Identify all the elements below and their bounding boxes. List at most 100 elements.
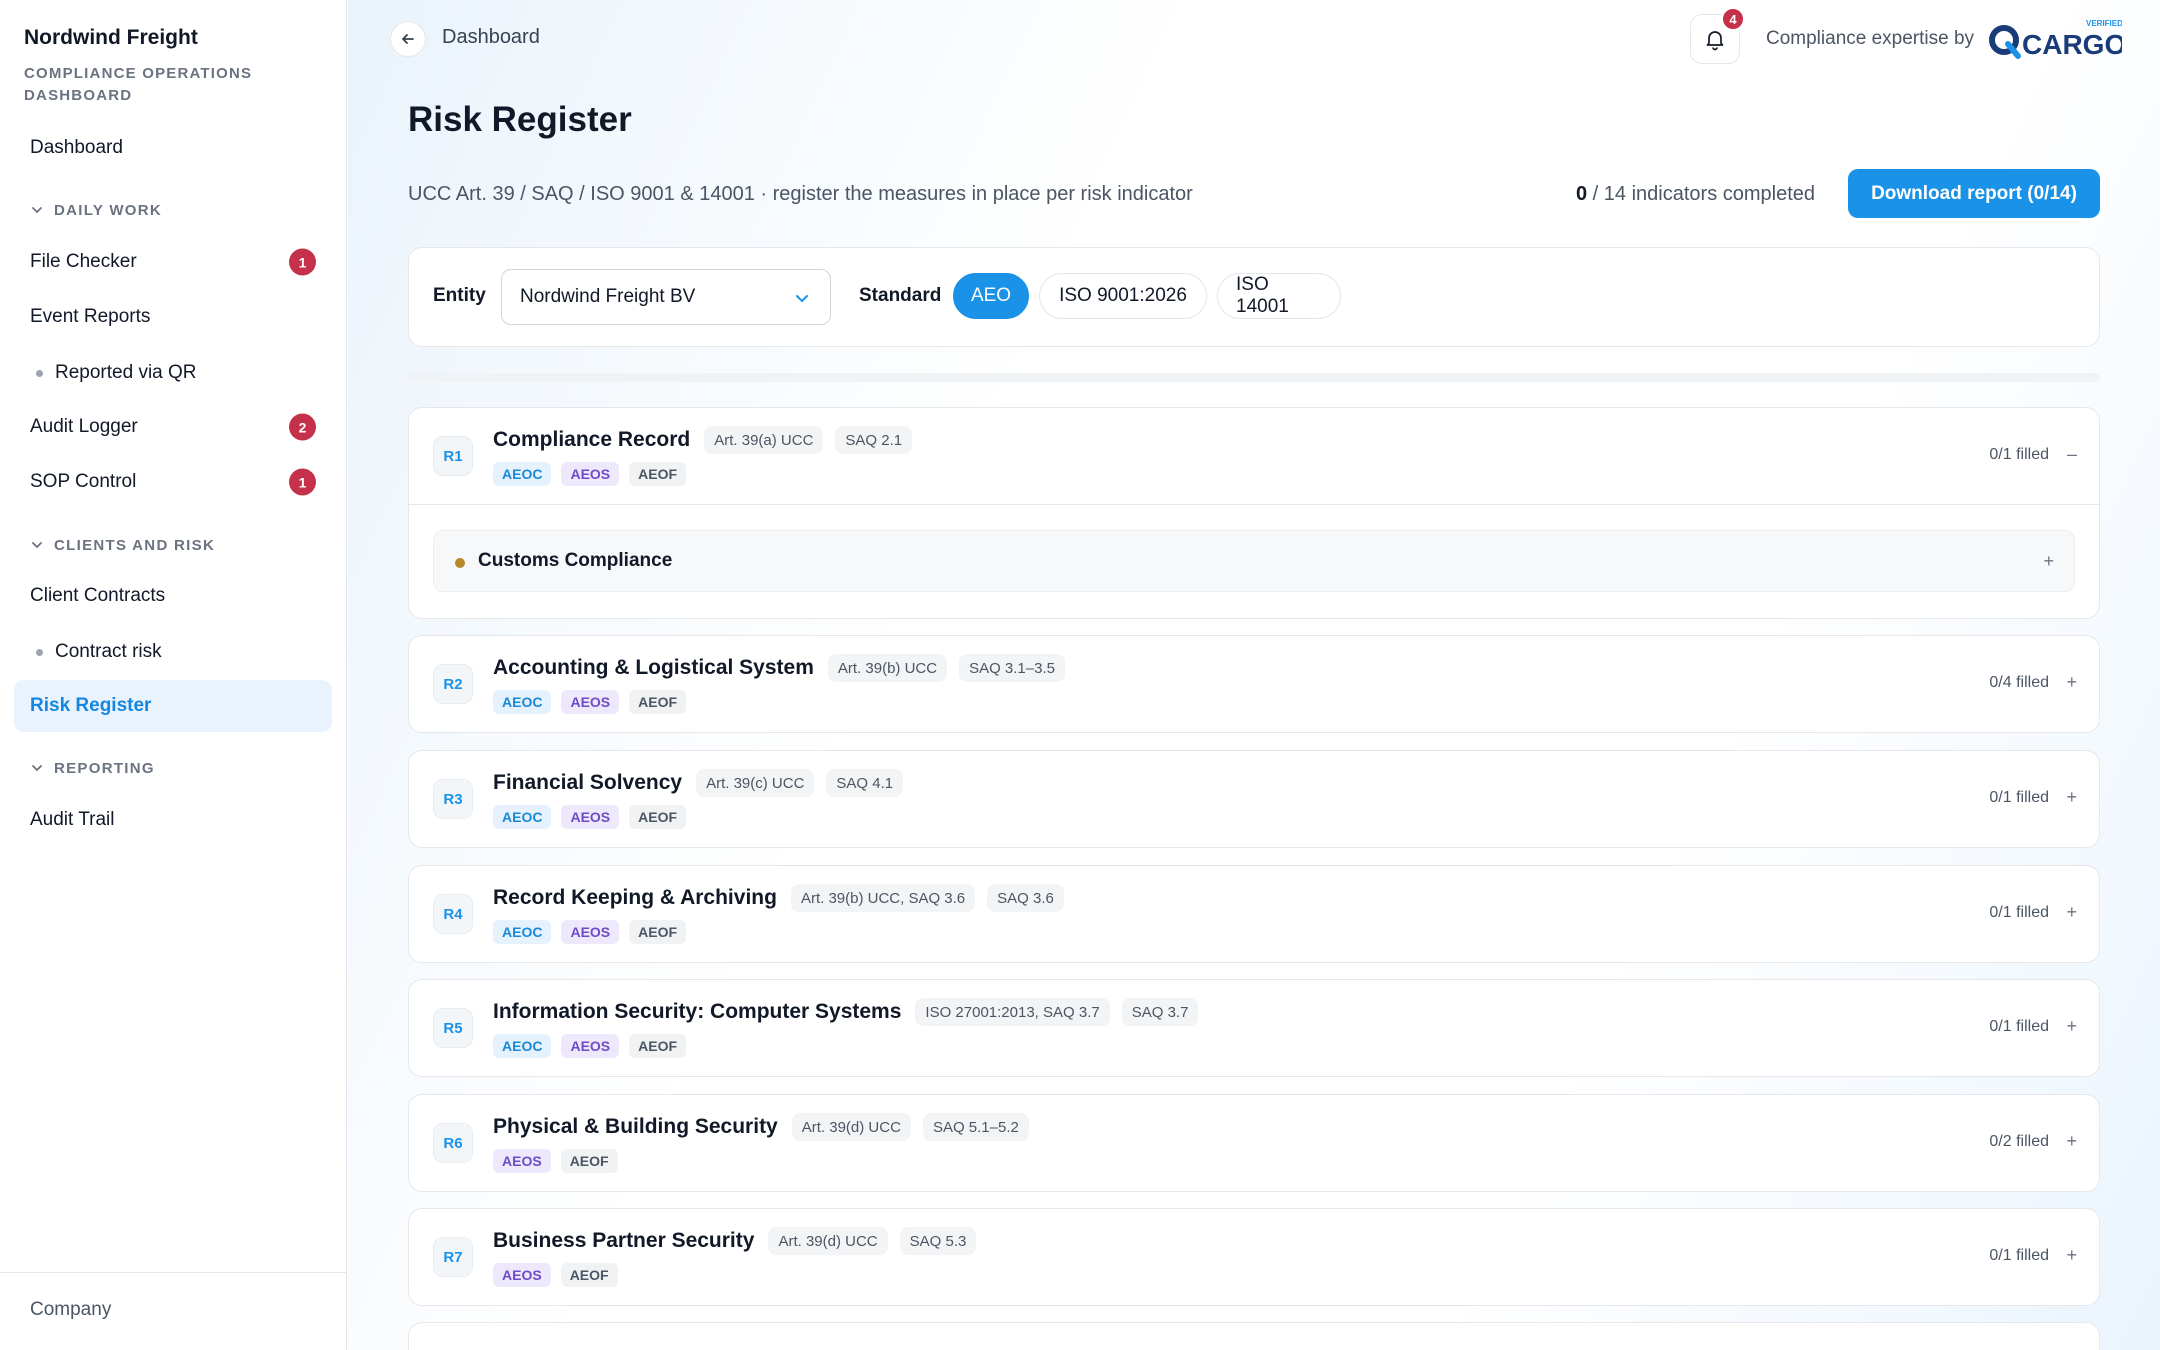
tag-aeos: AEOS [561, 920, 620, 944]
risk-header: Information Security: Computer Systems IS… [493, 998, 1199, 1026]
sidebar-item-sop-control[interactable]: SOP Control 1 [14, 456, 332, 508]
risk-title: Financial Solvency [493, 771, 683, 794]
expertise-label: Compliance expertise by [1766, 28, 1975, 49]
risk-title: Information Security: Computer Systems [493, 1000, 902, 1023]
tag-aeoc: AEOC [493, 805, 552, 829]
risk-header: Financial Solvency Art. 39(c) UCC SAQ 4.1 [493, 769, 904, 797]
sidebar-item-file-checker[interactable]: File Checker 1 [14, 236, 332, 288]
card-divider [409, 504, 2099, 505]
section-clients-risk[interactable]: CLIENTS AND RISK [30, 533, 215, 557]
risk-title: Physical & Building Security [493, 1115, 778, 1138]
sidebar-item-client-contracts[interactable]: Client Contracts [14, 570, 332, 622]
brand-name: Nordwind Freight [24, 26, 198, 49]
standard-iso-9001[interactable]: ISO 9001:2026 [1039, 273, 1207, 319]
expand-toggle[interactable]: + [2066, 902, 2077, 923]
sidebar-item-risk-register[interactable]: Risk Register [14, 680, 332, 732]
standard-aeo[interactable]: AEO [953, 273, 1029, 319]
filled-count: 0/1 filled [1989, 1247, 2049, 1264]
risk-card-r5[interactable]: R5 Information Security: Computer Systems… [408, 979, 2100, 1077]
tag-aeof: AEOF [560, 1263, 618, 1287]
section-label: DAILY WORK [54, 201, 163, 219]
sidebar-item-audit-logger[interactable]: Audit Logger 2 [14, 401, 332, 453]
expand-toggle[interactable]: + [2043, 551, 2054, 572]
risk-card-r7[interactable]: R7 Business Partner Security Art. 39(d) UC… [408, 1208, 2100, 1306]
tag-row: AEOC AEOS AEOF [493, 690, 687, 714]
sub-indicator-row[interactable]: Customs Compliance + [433, 530, 2075, 592]
risk-header: Physical & Building Security Art. 39(d) U… [493, 1113, 1029, 1141]
risk-id: R1 [433, 436, 473, 476]
risk-id: R7 [433, 1237, 473, 1277]
expand-toggle[interactable]: – [2067, 444, 2077, 465]
risk-title: Compliance Record [493, 428, 691, 451]
tag-row: AEOS AEOF [493, 1263, 618, 1287]
count-badge: 1 [289, 468, 316, 496]
tag-aeof: AEOF [629, 805, 687, 829]
entity-value: Nordwind Freight BV [520, 286, 696, 307]
section-label: REPORTING [54, 759, 155, 777]
reference-chip: SAQ 3.1–3.5 [959, 654, 1065, 682]
brand-subtitle: COMPLIANCE OPERATIONS DASHBOARD [24, 65, 253, 104]
risk-id: R2 [433, 664, 473, 704]
bullet-icon [36, 369, 43, 377]
sidebar-item-dashboard[interactable]: Dashboard [14, 122, 332, 174]
tag-row: AEOC AEOS AEOF [493, 1034, 687, 1058]
reference-chip: Art. 39(b) UCC, SAQ 3.6 [790, 884, 976, 912]
reference-chip: SAQ 3.6 [987, 884, 1064, 912]
logo-text: CARGO [2022, 29, 2122, 60]
reference-chip: SAQ 5.1–5.2 [922, 1113, 1029, 1141]
sidebar-item-label: Event Reports [30, 306, 151, 327]
sidebar-subitem-reported-qr[interactable]: Reported via QR [36, 353, 197, 393]
reference-chip: Art. 39(a) UCC [704, 426, 824, 454]
sidebar-item-label: Audit Logger [30, 416, 138, 437]
risk-card-r2[interactable]: R2 Accounting & Logistical System Art. 39(… [408, 635, 2100, 733]
tag-aeos: AEOS [561, 1034, 620, 1058]
risk-header: Compliance Record Art. 39(a) UCC SAQ 2.1 [493, 426, 913, 454]
risk-title: Accounting & Logistical System [493, 656, 814, 679]
tag-aeoc: AEOC [493, 1034, 552, 1058]
standard-label: Standard [859, 285, 942, 306]
bullet-icon [36, 648, 43, 656]
divider [408, 373, 2100, 382]
expand-toggle[interactable]: + [2066, 1245, 2077, 1266]
count-badge: 1 [289, 248, 316, 276]
standard-iso-14001[interactable]: ISO 14001 [1217, 273, 1341, 319]
expand-toggle[interactable]: + [2066, 1131, 2077, 1152]
sidebar-footer[interactable]: Company [0, 1272, 347, 1350]
risk-card-peek[interactable] [408, 1322, 2100, 1350]
entity-label: Entity [433, 285, 486, 306]
bell-icon [1706, 31, 1724, 51]
arrow-left-icon [402, 34, 414, 44]
tag-row: AEOC AEOS AEOF [493, 462, 687, 486]
risk-card-r3[interactable]: R3 Financial Solvency Art. 39(c) UCC SAQ 4.… [408, 750, 2100, 848]
risk-card-r6[interactable]: R6 Physical & Building Security Art. 39(d)… [408, 1094, 2100, 1192]
back-button[interactable] [390, 21, 426, 57]
risk-card-r1[interactable]: R1 Compliance Record Art. 39(a) UCC SAQ 2.1… [408, 407, 2100, 619]
tag-aeof: AEOF [629, 462, 687, 486]
sidebar-item-event-reports[interactable]: Event Reports [14, 291, 332, 343]
completed-count: 0 [1576, 183, 1588, 205]
risk-card-r4[interactable]: R4 Record Keeping & Archiving Art. 39(b) U… [408, 865, 2100, 963]
sidebar-item-label: SOP Control [30, 471, 137, 492]
tag-aeof: AEOF [629, 690, 687, 714]
sidebar-subitem-contract-risk[interactable]: Contract risk [36, 632, 162, 672]
expand-toggle[interactable]: + [2066, 787, 2077, 808]
expand-toggle[interactable]: + [2066, 1016, 2077, 1037]
tag-aeos: AEOS [493, 1263, 551, 1287]
notifications-button[interactable]: 4 [1690, 7, 1745, 64]
breadcrumb[interactable]: Dashboard [442, 26, 540, 49]
page-title: Risk Register [408, 100, 632, 139]
risk-id: R4 [433, 894, 473, 934]
expand-toggle[interactable]: + [2066, 672, 2077, 693]
reference-chip: Art. 39(c) UCC [696, 769, 815, 797]
entity-select[interactable]: Nordwind Freight BV [501, 269, 831, 325]
download-report-button[interactable]: Download report (0/14) [1848, 169, 2100, 218]
filled-count: 0/1 filled [1989, 904, 2049, 921]
filled-count: 0/4 filled [1989, 674, 2049, 691]
filled-count: 0/1 filled [1989, 789, 2049, 806]
status-dot-icon [455, 558, 465, 568]
risk-title: Record Keeping & Archiving [493, 886, 777, 909]
tag-row: AEOC AEOS AEOF [493, 805, 687, 829]
section-daily-work[interactable]: DAILY WORK [30, 198, 162, 222]
sidebar-item-audit-trail[interactable]: Audit Trail [14, 794, 332, 846]
section-reporting[interactable]: REPORTING [30, 756, 155, 780]
